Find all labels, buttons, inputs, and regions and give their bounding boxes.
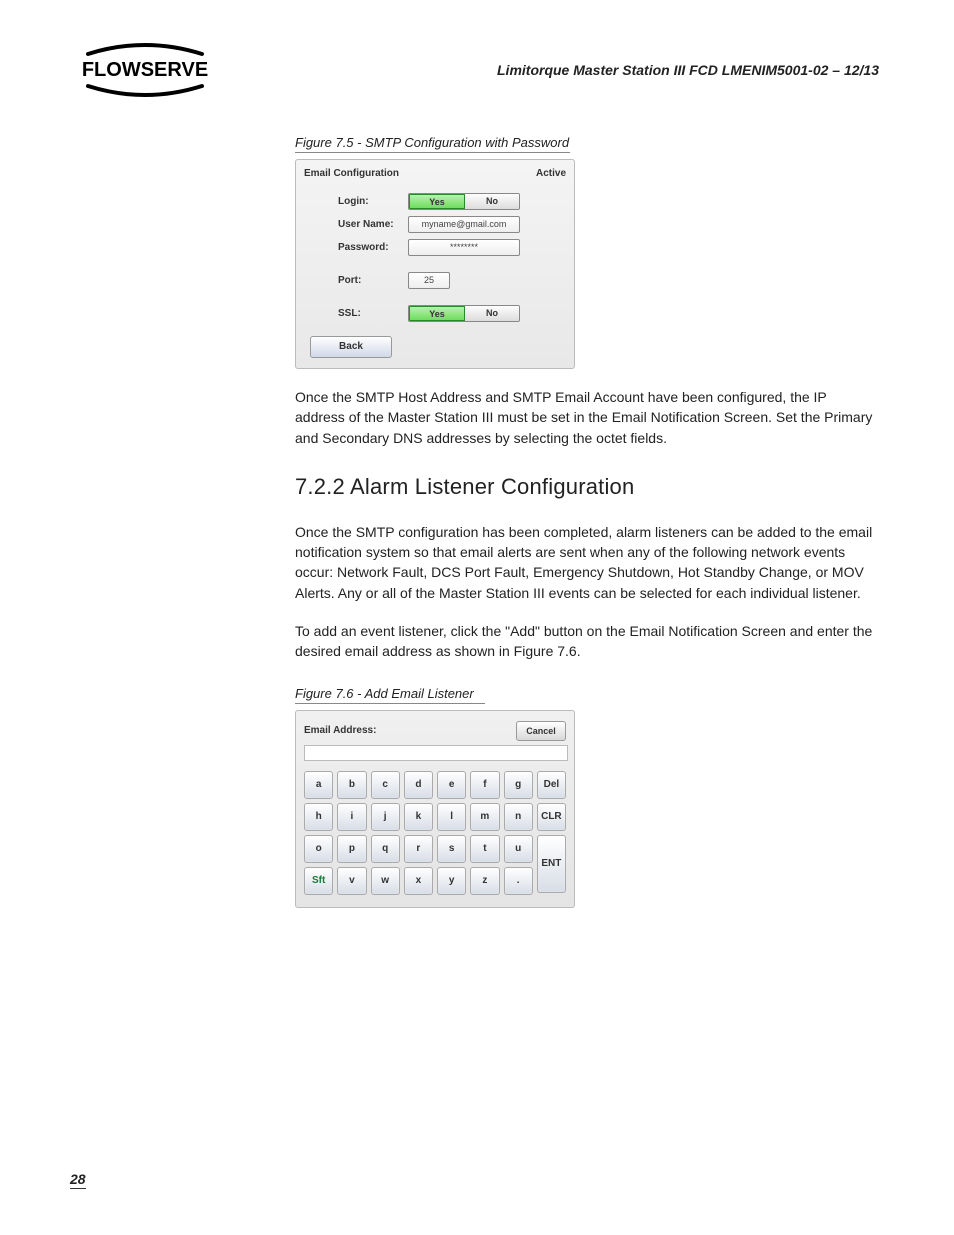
login-no[interactable]: No [465,194,519,209]
key-del[interactable]: Del [537,771,566,799]
svg-text:FLOWSERVE: FLOWSERVE [82,59,208,81]
key-clr[interactable]: CLR [537,803,566,831]
key-l[interactable]: l [437,803,466,831]
key-q[interactable]: q [371,835,400,863]
ssl-no[interactable]: No [465,306,519,321]
key-ent[interactable]: ENT [537,835,566,893]
key-a[interactable]: a [304,771,333,799]
paragraph-3: To add an event listener, click the "Add… [295,621,875,662]
key-x[interactable]: x [404,867,433,895]
login-toggle[interactable]: Yes No [408,193,520,210]
port-label: Port: [338,275,408,286]
login-yes[interactable]: Yes [409,194,465,209]
key-o[interactable]: o [304,835,333,863]
key-z[interactable]: z [470,867,499,895]
figure-7-5-caption: Figure 7.5 - SMTP Configuration with Pas… [295,135,570,153]
page-number: 28 [70,1171,86,1189]
key-v[interactable]: v [337,867,366,895]
key-r[interactable]: r [404,835,433,863]
key-g[interactable]: g [504,771,533,799]
login-label: Login: [338,196,408,207]
onscreen-keyboard: a b c d e f g Del h i j k l m n CLR o p [304,771,566,895]
key-s[interactable]: s [437,835,466,863]
panel-title: Email Configuration [304,168,399,179]
key-dot[interactable]: . [504,867,533,895]
username-label: User Name: [338,219,408,230]
key-j[interactable]: j [371,803,400,831]
password-field[interactable]: ******** [408,239,520,256]
figure-7-6-caption: Figure 7.6 - Add Email Listener [295,686,485,704]
panel-status: Active [536,168,566,179]
key-w[interactable]: w [371,867,400,895]
key-i[interactable]: i [337,803,366,831]
add-email-listener-panel: Email Address: Cancel a b c d e f g Del … [295,710,575,908]
ssl-toggle[interactable]: Yes No [408,305,520,322]
email-configuration-panel: Email Configuration Active Login: Yes No… [295,159,575,369]
key-sft[interactable]: Sft [304,867,333,895]
key-y[interactable]: y [437,867,466,895]
paragraph-1: Once the SMTP Host Address and SMTP Emai… [295,387,875,448]
section-heading-7-2-2: 7.2.2 Alarm Listener Configuration [295,474,875,500]
key-m[interactable]: m [470,803,499,831]
key-b[interactable]: b [337,771,366,799]
back-button[interactable]: Back [310,336,392,358]
email-address-label: Email Address: [304,725,376,736]
email-address-input[interactable] [304,745,568,761]
key-p[interactable]: p [337,835,366,863]
key-n[interactable]: n [504,803,533,831]
key-k[interactable]: k [404,803,433,831]
key-c[interactable]: c [371,771,400,799]
flowserve-logo: FLOWSERVE [70,42,220,103]
port-field[interactable]: 25 [408,272,450,289]
key-d[interactable]: d [404,771,433,799]
username-field[interactable]: myname@gmail.com [408,216,520,233]
ssl-label: SSL: [338,308,408,319]
key-e[interactable]: e [437,771,466,799]
key-t[interactable]: t [470,835,499,863]
key-f[interactable]: f [470,771,499,799]
ssl-yes[interactable]: Yes [409,306,465,321]
paragraph-2: Once the SMTP configuration has been com… [295,522,875,603]
document-header: Limitorque Master Station III FCD LMENIM… [497,62,879,78]
key-h[interactable]: h [304,803,333,831]
cancel-button[interactable]: Cancel [516,721,566,741]
password-label: Password: [338,242,408,253]
key-u[interactable]: u [504,835,533,863]
